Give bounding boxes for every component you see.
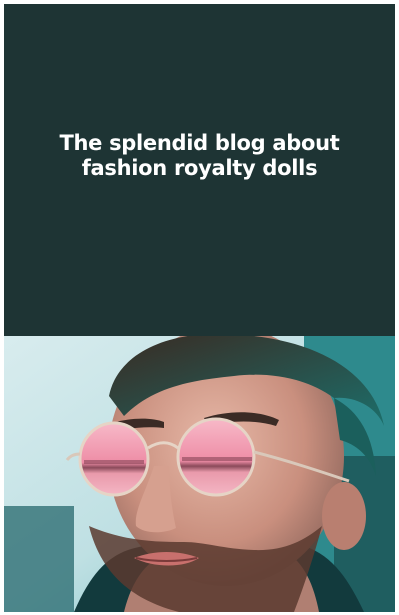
hero-banner: The splendid blog about fashion royalty … — [4, 4, 395, 336]
blog-title-line-2: fashion royalty dolls — [81, 156, 318, 180]
blog-card: The splendid blog about fashion royalty … — [4, 4, 395, 612]
blog-title: The splendid blog about fashion royalty … — [4, 131, 395, 181]
blog-title-line-1: The splendid blog about — [59, 131, 340, 155]
hero-photo — [4, 336, 395, 612]
portrait-photo-icon — [4, 336, 395, 612]
